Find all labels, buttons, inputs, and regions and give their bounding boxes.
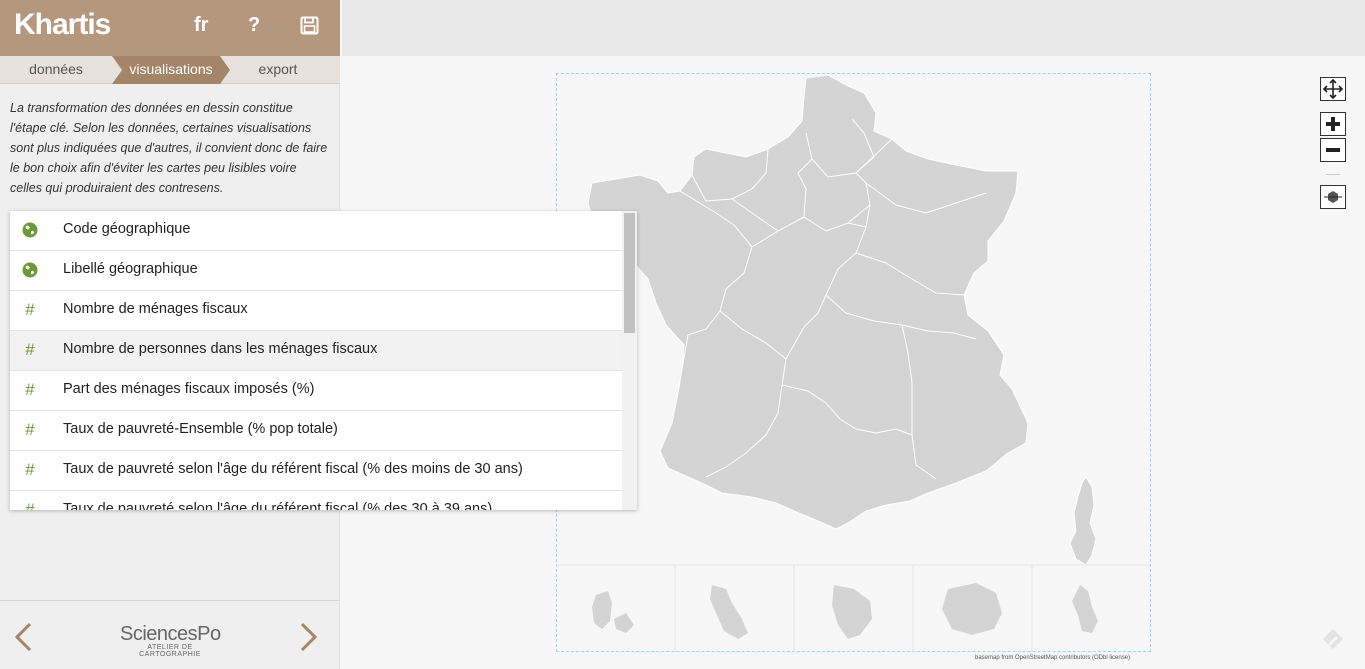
language-button[interactable]: fr (194, 14, 208, 37)
map-inset-mayotte (1072, 585, 1098, 633)
chevron-right-icon (300, 622, 318, 652)
step-visualisations[interactable]: visualisations (112, 56, 230, 84)
step-export[interactable]: export (230, 56, 326, 84)
minus-icon (1326, 148, 1340, 152)
map-inset-guyane (832, 585, 872, 639)
next-step-button[interactable] (298, 621, 320, 658)
variable-label: Part des ménages fiscaux imposés (%) (63, 381, 315, 397)
pan-tool-button[interactable] (1320, 77, 1346, 101)
sciencespo-logo: SciencesPo ATELIER DE CARTOGRAPHIE (120, 623, 221, 658)
save-icon (300, 16, 319, 35)
hash-icon: # (25, 500, 35, 510)
map-canvas[interactable] (556, 73, 1151, 652)
hash-icon: # (25, 420, 35, 439)
variable-list-scrollbar[interactable] (622, 211, 637, 510)
variable-item[interactable]: # Taux de pauvreté selon l'âge du référe… (10, 491, 622, 510)
variable-label: Nombre de ménages fiscaux (63, 301, 248, 317)
hash-icon: # (25, 340, 35, 359)
variable-label: Taux de pauvreté selon l'âge du référent… (63, 461, 523, 477)
step-description: La transformation des données en dessin … (10, 101, 328, 195)
app-header: Khartis fr ? (0, 0, 340, 56)
sciencespo-name: SciencesPo (120, 623, 221, 645)
variable-item[interactable]: # Taux de pauvreté selon l'âge du référe… (10, 451, 622, 491)
hash-icon: # (25, 380, 35, 399)
cursor-icon (1324, 191, 1342, 203)
map-inset-martinique (710, 585, 748, 639)
variable-label: Taux de pauvreté-Ensemble (% pop totale) (63, 421, 338, 437)
variable-item[interactable]: # Nombre de personnes dans les ménages f… (10, 331, 622, 371)
variable-item[interactable]: Libellé géographique (10, 251, 622, 291)
plus-icon (1326, 117, 1340, 131)
main-topbar (342, 0, 1365, 56)
variable-label: Code géographique (63, 221, 191, 237)
step-navigation: données visualisations export (0, 56, 340, 84)
globe-icon (22, 262, 38, 278)
zoom-out-button[interactable] (1320, 138, 1346, 162)
globe-icon (22, 222, 38, 238)
export-pdf-button[interactable] (1320, 626, 1346, 657)
variable-item[interactable]: Code géographique (10, 211, 622, 251)
variable-list[interactable]: Code géographique Libellé géographique #… (10, 211, 637, 510)
variable-item[interactable]: # Part des ménages fiscaux imposés (%) (10, 371, 622, 411)
save-button[interactable] (300, 16, 319, 41)
variable-item[interactable]: # Taux de pauvreté-Ensemble (% pop total… (10, 411, 622, 451)
map-inset-reunion (942, 583, 1002, 635)
app-logo[interactable]: Khartis (14, 8, 111, 42)
scrollbar-thumb[interactable] (624, 213, 635, 333)
sciencespo-subtitle: ATELIER DE CARTOGRAPHIE (139, 644, 201, 658)
hash-icon: # (25, 300, 35, 319)
variable-label: Taux de pauvreté selon l'âge du référent… (63, 501, 493, 510)
step-donnees[interactable]: données (0, 56, 112, 84)
toolbar-divider (1326, 174, 1340, 175)
move-icon (1322, 78, 1344, 100)
select-tool-button[interactable] (1320, 185, 1346, 209)
pencil-icon (1323, 629, 1343, 649)
map-inset-guadeloupe (592, 591, 634, 633)
chevron-left-icon (14, 622, 32, 652)
variable-item[interactable]: # Nombre de ménages fiscaux (10, 291, 622, 331)
basemap-attribution: basemap from OpenStreetMap contributors … (975, 655, 1131, 661)
map-corsica (1069, 476, 1097, 566)
help-button[interactable]: ? (248, 14, 260, 37)
previous-step-button[interactable] (12, 621, 34, 658)
zoom-in-button[interactable] (1320, 112, 1346, 136)
sidebar-footer: SciencesPo ATELIER DE CARTOGRAPHIE (0, 600, 340, 669)
variable-label: Nombre de personnes dans les ménages fis… (63, 341, 378, 357)
variable-label: Libellé géographique (63, 261, 198, 277)
hash-icon: # (25, 460, 35, 479)
